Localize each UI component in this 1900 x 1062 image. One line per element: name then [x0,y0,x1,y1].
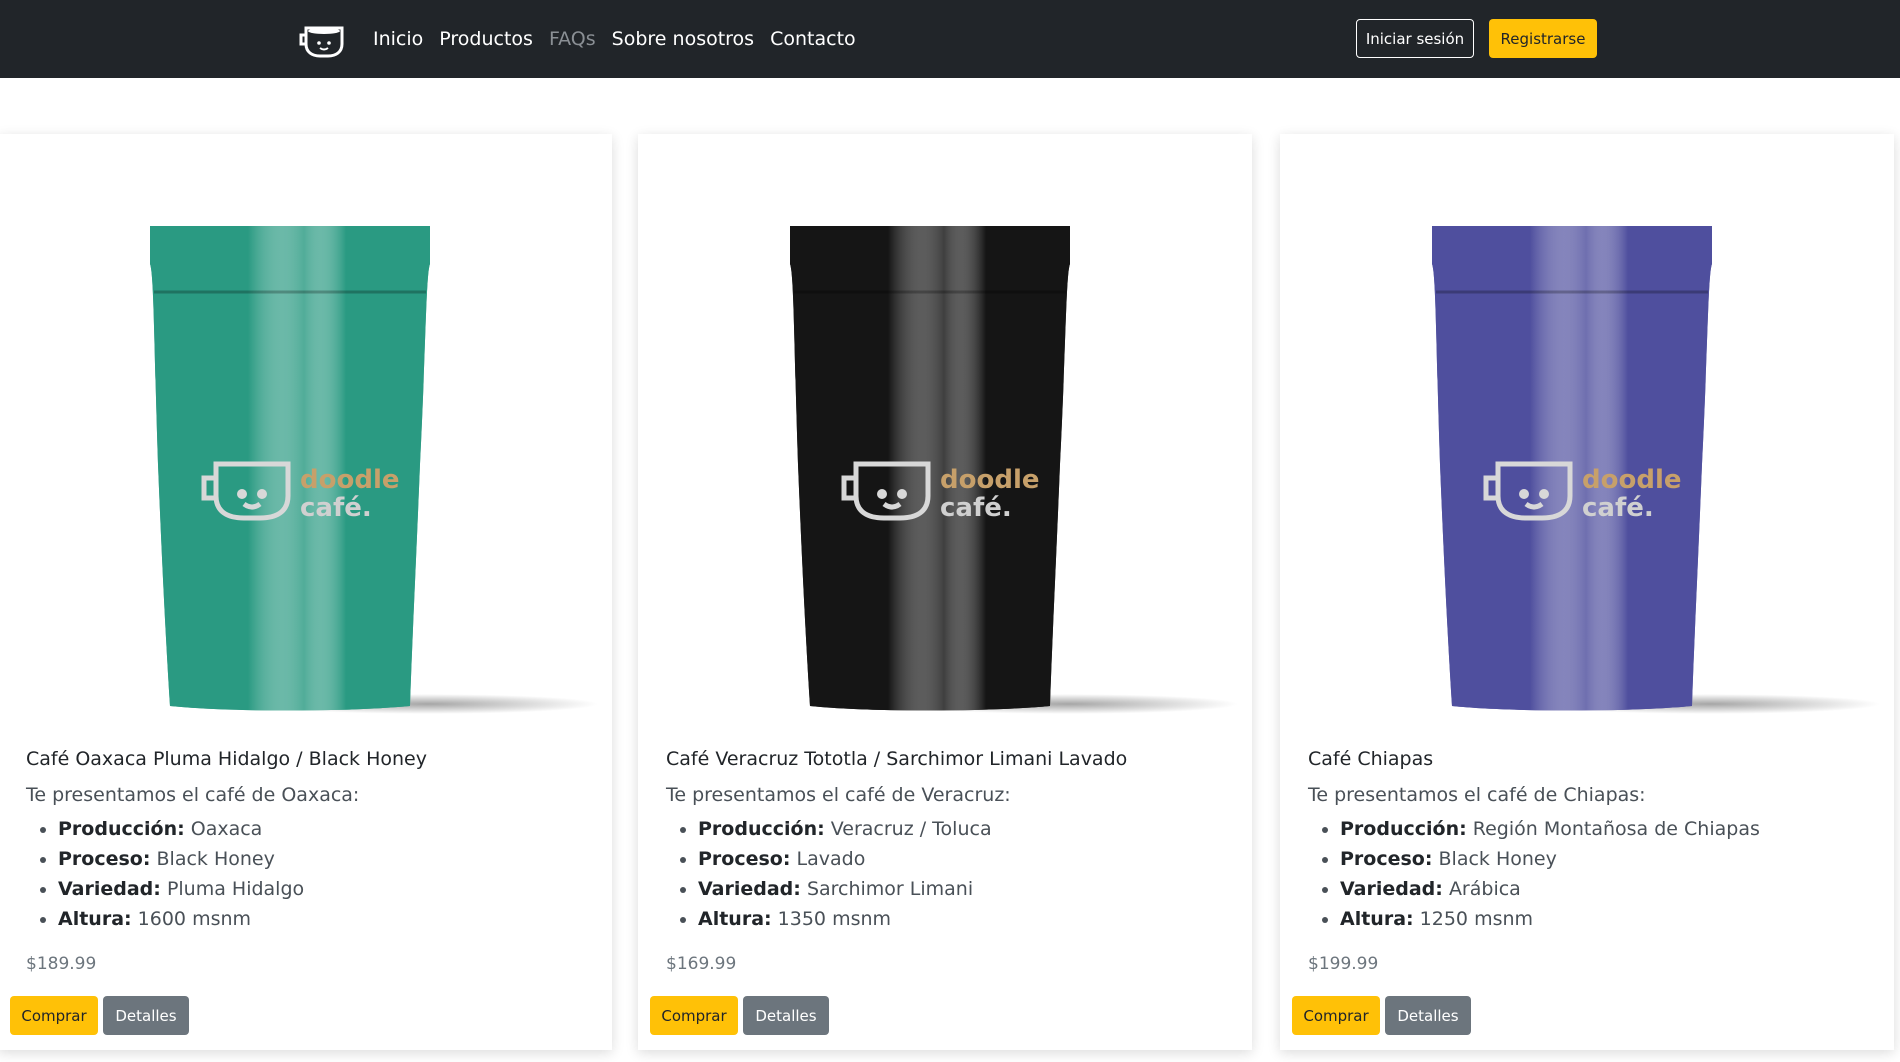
product-intro: Te presentamos el café de Oaxaca: [26,784,360,806]
spec-item: Proceso: Black Honey [58,844,304,874]
spec-label: Altura: [698,908,772,930]
spec-item: Variedad: Pluma Hidalgo [58,874,304,904]
bag-brand-text: doodle [940,465,1040,495]
spec-label: Producción: [58,818,185,840]
nav-link-sobre-nosotros[interactable]: Sobre nosotros [612,28,754,50]
product-intro: Te presentamos el café de Veracruz: [666,784,1011,806]
product-price: $169.99 [666,954,737,974]
spec-value: Sarchimor Limani [806,878,974,900]
coffee-bag-image: doodle café. [790,226,1238,714]
coffee-bag-image: doodle café. [150,226,598,714]
nav-link-inicio[interactable]: Inicio [373,28,423,50]
product-specs: Producción: Región Montañosa de ChiapasP… [1340,814,1760,934]
buy-button[interactable]: Comprar [10,996,98,1035]
nav-link-faqs[interactable]: FAQs [549,28,596,50]
spec-label: Producción: [698,818,825,840]
cup-icon[interactable] [298,22,350,58]
spec-label: Variedad: [58,878,161,900]
product-card: doodle café. Café Oaxaca Pluma Hidalgo /… [0,134,612,1050]
nav-link-productos[interactable]: Productos [439,28,533,50]
spec-value: 1350 msnm [777,908,892,930]
details-button[interactable]: Detalles [1385,996,1471,1035]
spec-value: Veracruz / Toluca [830,818,992,840]
spec-item: Producción: Veracruz / Toluca [698,814,992,844]
spec-value: Lavado [796,848,866,870]
spec-label: Variedad: [1340,878,1443,900]
bag-brand-text: café. [300,493,372,523]
spec-label: Altura: [58,908,132,930]
spec-value: Arábica [1448,878,1521,900]
product-intro: Te presentamos el café de Chiapas: [1308,784,1646,806]
navbar: Inicio Productos FAQs Sobre nosotros Con… [0,0,1900,78]
product-title: Café Chiapas [1308,748,1434,770]
spec-value: Oaxaca [190,818,263,840]
spec-value: Región Montañosa de Chiapas [1472,818,1760,840]
spec-item: Variedad: Sarchimor Limani [698,874,992,904]
spec-item: Producción: Región Montañosa de Chiapas [1340,814,1760,844]
spec-item: Altura: 1600 msnm [58,904,304,934]
product-price: $189.99 [26,954,97,974]
spec-item: Variedad: Arábica [1340,874,1760,904]
spec-value: 1250 msnm [1419,908,1534,930]
spec-item: Proceso: Black Honey [1340,844,1760,874]
spec-label: Altura: [1340,908,1414,930]
spec-item: Altura: 1350 msnm [698,904,992,934]
coffee-bag-image: doodle café. [1432,226,1880,714]
spec-value: Black Honey [1438,848,1557,870]
bag-brand-text: café. [940,493,1012,523]
spec-item: Producción: Oaxaca [58,814,304,844]
buy-button[interactable]: Comprar [1292,996,1380,1035]
spec-value: 1600 msnm [137,908,252,930]
product-specs: Producción: Veracruz / TolucaProceso: La… [698,814,992,934]
details-button[interactable]: Detalles [743,996,829,1035]
product-price: $199.99 [1308,954,1379,974]
register-button[interactable]: Registrarse [1489,19,1597,58]
spec-label: Variedad: [698,878,801,900]
product-specs: Producción: OaxacaProceso: Black HoneyVa… [58,814,304,934]
spec-value: Black Honey [156,848,275,870]
product-card: doodle café. Café Chiapas Te presentamos… [1280,134,1894,1050]
nav-link-contacto[interactable]: Contacto [770,28,856,50]
product-title: Café Veracruz Tototla / Sarchimor Limani… [666,748,1128,770]
spec-item: Proceso: Lavado [698,844,992,874]
bag-brand-text: doodle [300,465,400,495]
product-card: doodle café. Café Veracruz Tototla / Sar… [638,134,1252,1050]
spec-item: Altura: 1250 msnm [1340,904,1760,934]
spec-label: Proceso: [58,848,151,870]
bag-brand-text: doodle [1582,465,1682,495]
spec-label: Proceso: [698,848,791,870]
spec-label: Producción: [1340,818,1467,840]
product-title: Café Oaxaca Pluma Hidalgo / Black Honey [26,748,427,770]
spec-label: Proceso: [1340,848,1433,870]
nav-links: Inicio Productos FAQs Sobre nosotros Con… [373,0,856,78]
details-button[interactable]: Detalles [103,996,189,1035]
buy-button[interactable]: Comprar [650,996,738,1035]
login-button[interactable]: Iniciar sesión [1356,19,1474,58]
spec-value: Pluma Hidalgo [166,878,305,900]
bag-brand-text: café. [1582,493,1654,523]
